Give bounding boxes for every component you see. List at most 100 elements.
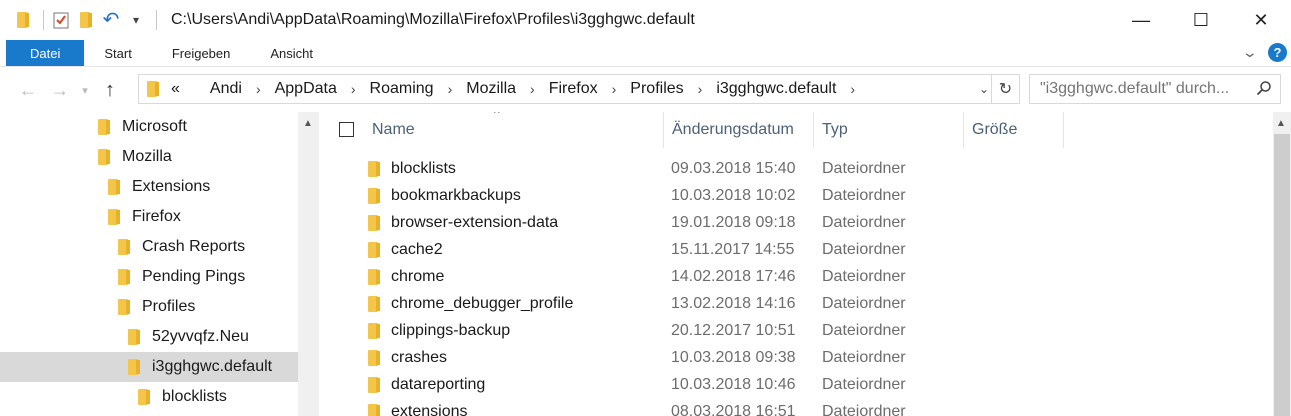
breadcrumb-appdata[interactable]: AppData [275,80,337,98]
tree-item-crash-reports[interactable]: Crash Reports [0,232,298,262]
folder-icon [368,350,380,366]
file-date: 19.01.2018 09:18 [671,214,796,231]
table-row[interactable]: datareporting 10.03.2018 10:46 Dateiordn… [319,372,1273,399]
tree-item-label: Profiles [142,298,196,315]
file-type: Dateiordner [822,187,906,204]
tree-item-i3gghgwc-default[interactable]: i3gghgwc.default [0,352,298,382]
breadcrumb-mozilla[interactable]: Mozilla [466,80,516,98]
file-type: Dateiordner [822,160,906,177]
file-list: ^ Name Änderungsdatum Typ Größe blocklis… [319,112,1273,416]
tree-item-extensions[interactable]: Extensions [0,172,298,202]
tree-item-label: Firefox [132,208,181,225]
forward-button[interactable]: → [44,80,76,101]
file-date: 08.03.2018 16:51 [671,403,796,416]
column-header-type[interactable]: Typ [814,112,964,148]
file-date: 10.03.2018 09:38 [671,349,796,366]
chevron-right-icon[interactable]: › [351,81,356,97]
column-header-date[interactable]: Änderungsdatum [664,112,814,148]
scroll-up-arrow-icon[interactable]: ▲ [1276,118,1286,129]
folder-icon [98,119,110,135]
refresh-icon[interactable]: ↻ [991,75,1019,103]
folder-icon [128,329,140,345]
tree-item-microsoft[interactable]: Microsoft [0,112,298,142]
tree-item-pending-pings[interactable]: Pending Pings [0,262,298,292]
address-dropdown-icon[interactable]: ⌄ [979,82,989,96]
breadcrumb-andi[interactable]: Andi [210,80,242,98]
up-button[interactable]: ↑ [94,79,126,102]
scroll-up-arrow-icon[interactable]: ▲ [303,118,313,129]
column-header-name[interactable]: Name [364,112,664,148]
tree-item-label: Microsoft [122,118,187,135]
ribbon-tabs: Datei Start Freigeben Ansicht ⌄ ? [0,40,1291,67]
chevron-right-icon[interactable]: › [698,81,703,97]
chevron-right-icon[interactable]: › [448,81,453,97]
tree-item-label: i3gghgwc.default [152,358,273,375]
navigation-pane: Microsoft Mozilla Extensions Firefox Cra… [0,112,298,416]
new-folder-icon[interactable] [75,9,97,31]
file-name: bookmarkbackups [391,187,521,204]
quick-access-toolbar: ↶ ▾ [0,0,163,40]
file-name: clippings-backup [391,322,511,339]
customize-dropdown-icon[interactable]: ▾ [125,9,147,31]
breadcrumb-roaming[interactable]: Roaming [370,80,434,98]
tree-item-label: Pending Pings [142,268,246,285]
file-name: browser-extension-data [391,214,559,231]
tree-item-52yvvqfz-neu[interactable]: 52yvvqfz.Neu [0,322,298,352]
toolbar-divider [156,10,157,30]
scrollbar-thumb[interactable] [1274,134,1290,416]
close-button[interactable]: ✕ [1231,0,1291,40]
file-type: Dateiordner [822,376,906,393]
tab-freigeben[interactable]: Freigeben [152,40,251,66]
chevron-right-icon[interactable]: › [530,81,535,97]
tree-item-label: blocklists [162,388,227,405]
search-input[interactable] [1040,80,1250,98]
toolbar-divider [43,10,44,30]
recent-locations-dropdown[interactable]: ▾ [76,84,94,97]
back-button[interactable]: ← [12,80,44,101]
minimize-button[interactable]: — [1111,0,1171,40]
tab-start[interactable]: Start [84,40,151,66]
select-all-checkbox[interactable] [339,122,354,137]
chevron-right-icon[interactable]: › [256,81,261,97]
table-row[interactable]: chrome_debugger_profile 13.02.2018 14:16… [319,291,1273,318]
folder-icon [128,359,140,375]
expand-ribbon-icon[interactable]: ⌄ [1242,44,1258,61]
folder-icon [118,269,130,285]
file-date: 09.03.2018 15:40 [671,160,796,177]
undo-icon[interactable]: ↶ [100,9,122,31]
tab-datei[interactable]: Datei [6,40,85,66]
breadcrumb-current[interactable]: i3gghgwc.default [716,80,836,98]
tree-item-mozilla[interactable]: Mozilla [0,142,298,172]
search-icon[interactable] [1256,80,1272,101]
properties-icon[interactable] [50,9,72,31]
search-box[interactable] [1029,74,1281,104]
folder-icon [147,81,159,97]
table-row[interactable]: browser-extension-data 19.01.2018 09:18 … [319,210,1273,237]
folder-icon [108,209,120,225]
tree-item-profiles[interactable]: Profiles [0,292,298,322]
tab-ansicht[interactable]: Ansicht [250,40,333,66]
file-type: Dateiordner [822,295,906,312]
ribbon-right-controls: ⌄ ? [1242,43,1287,62]
table-row[interactable]: clippings-backup 20.12.2017 10:51 Dateio… [319,318,1273,345]
tree-item-firefox[interactable]: Firefox [0,202,298,232]
column-header-size[interactable]: Größe [964,112,1064,148]
breadcrumb-overflow[interactable]: « [171,80,180,98]
table-row[interactable]: crashes 10.03.2018 09:38 Dateiordner [319,345,1273,372]
breadcrumb-firefox[interactable]: Firefox [549,80,598,98]
folder-icon[interactable] [12,9,34,31]
address-bar[interactable]: « Andi › AppData › Roaming › Mozilla › F… [138,74,1020,104]
folder-icon [368,323,380,339]
table-row[interactable]: cache2 15.11.2017 14:55 Dateiordner [319,237,1273,264]
chevron-right-icon[interactable]: › [850,81,855,97]
table-row[interactable]: extensions 08.03.2018 16:51 Dateiordner [319,399,1273,416]
chevron-right-icon[interactable]: › [612,81,617,97]
table-row[interactable]: bookmarkbackups 10.03.2018 10:02 Dateior… [319,183,1273,210]
tree-item-blocklists[interactable]: blocklists [0,382,298,412]
maximize-button[interactable]: ☐ [1171,0,1231,40]
table-row[interactable]: blocklists 09.03.2018 15:40 Dateiordner [319,156,1273,183]
breadcrumb-profiles[interactable]: Profiles [630,80,683,98]
help-icon[interactable]: ? [1268,43,1287,62]
table-row[interactable]: chrome 14.02.2018 17:46 Dateiordner [319,264,1273,291]
navigation-pane-scrollbar[interactable] [298,112,319,416]
